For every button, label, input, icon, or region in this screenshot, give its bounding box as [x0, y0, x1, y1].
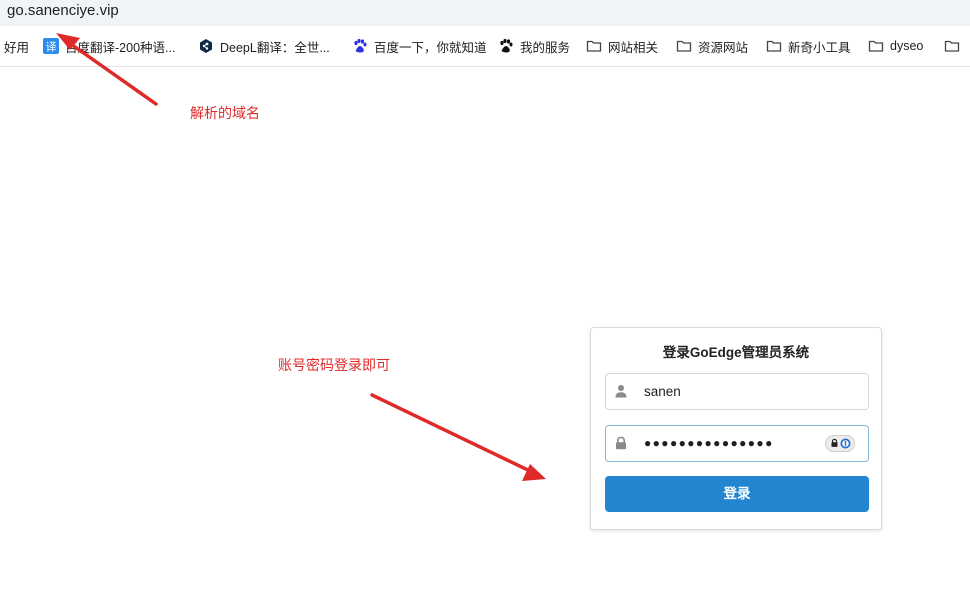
bookmark-label: 资源网站: [698, 40, 749, 55]
folder-icon: [586, 38, 602, 54]
bookmark-label: 百度翻译-200种语...: [65, 40, 176, 55]
bookmarks-bar: 好用 译 百度翻译-200种语... DeepL翻译：全世... 百度一下，你就…: [0, 26, 970, 67]
bookmark-baidu[interactable]: 百度一下，你就知道: [352, 26, 487, 66]
bookmark-folder-resources[interactable]: 资源网站: [676, 26, 748, 66]
user-icon: [614, 384, 628, 398]
bookmark-label: dyseo: [890, 39, 924, 53]
bookmark-haoyong[interactable]: 好用: [4, 26, 29, 66]
username-value[interactable]: sanen: [644, 374, 681, 409]
folder-icon: [676, 38, 692, 54]
address-url[interactable]: go.sanenciye.vip: [7, 1, 119, 21]
bookmark-label: 网站相关: [608, 40, 659, 55]
bookmark-label: 我的服务: [520, 40, 571, 55]
password-manager-icon[interactable]: [825, 435, 855, 452]
bookmark-folder-website[interactable]: 网站相关: [586, 26, 658, 66]
username-field[interactable]: sanen: [605, 373, 869, 410]
translate-icon: 译: [43, 38, 59, 54]
arrow-to-login: [370, 393, 546, 481]
bookmark-baidu-translate[interactable]: 译 百度翻译-200种语...: [43, 26, 175, 66]
bookmark-label: DeepL翻译：全世...: [220, 40, 330, 55]
bookmark-deepl[interactable]: DeepL翻译：全世...: [198, 26, 330, 66]
login-button[interactable]: 登录: [605, 476, 869, 512]
deepl-icon: [198, 38, 214, 54]
bookmark-my-services[interactable]: 我的服务: [498, 26, 570, 66]
bookmark-label: 好用: [4, 40, 30, 55]
login-title: 登录GoEdge管理员系统: [662, 345, 810, 360]
baidu-paw-icon: [352, 38, 368, 54]
lock-icon: [614, 436, 628, 450]
annotation-domain-note: 解析的域名: [190, 105, 260, 121]
translate-badge-text: 译: [46, 41, 57, 54]
bookmark-folder-tools[interactable]: 新奇小工具: [766, 26, 851, 66]
folder-icon: [766, 38, 782, 54]
password-field[interactable]: ●●●●●●●●●●●●●●●: [605, 425, 869, 462]
address-bar[interactable]: go.sanenciye.vip: [0, 0, 970, 26]
bookmark-label: 新奇小工具: [788, 40, 851, 55]
bookmark-folder-partial[interactable]: [944, 26, 966, 66]
bookmark-folder-dyseo[interactable]: dyseo: [868, 26, 923, 66]
paw-icon: [498, 38, 514, 54]
password-value[interactable]: ●●●●●●●●●●●●●●●: [644, 426, 774, 461]
login-card: 登录GoEdge管理员系统 sanen ●●●●●●●●●●●●●●● 登录: [590, 327, 882, 530]
annotation-login-note: 账号密码登录即可: [278, 357, 390, 373]
folder-icon: [944, 38, 960, 54]
folder-icon: [868, 38, 884, 54]
bookmark-label: 百度一下，你就知道: [374, 40, 487, 55]
